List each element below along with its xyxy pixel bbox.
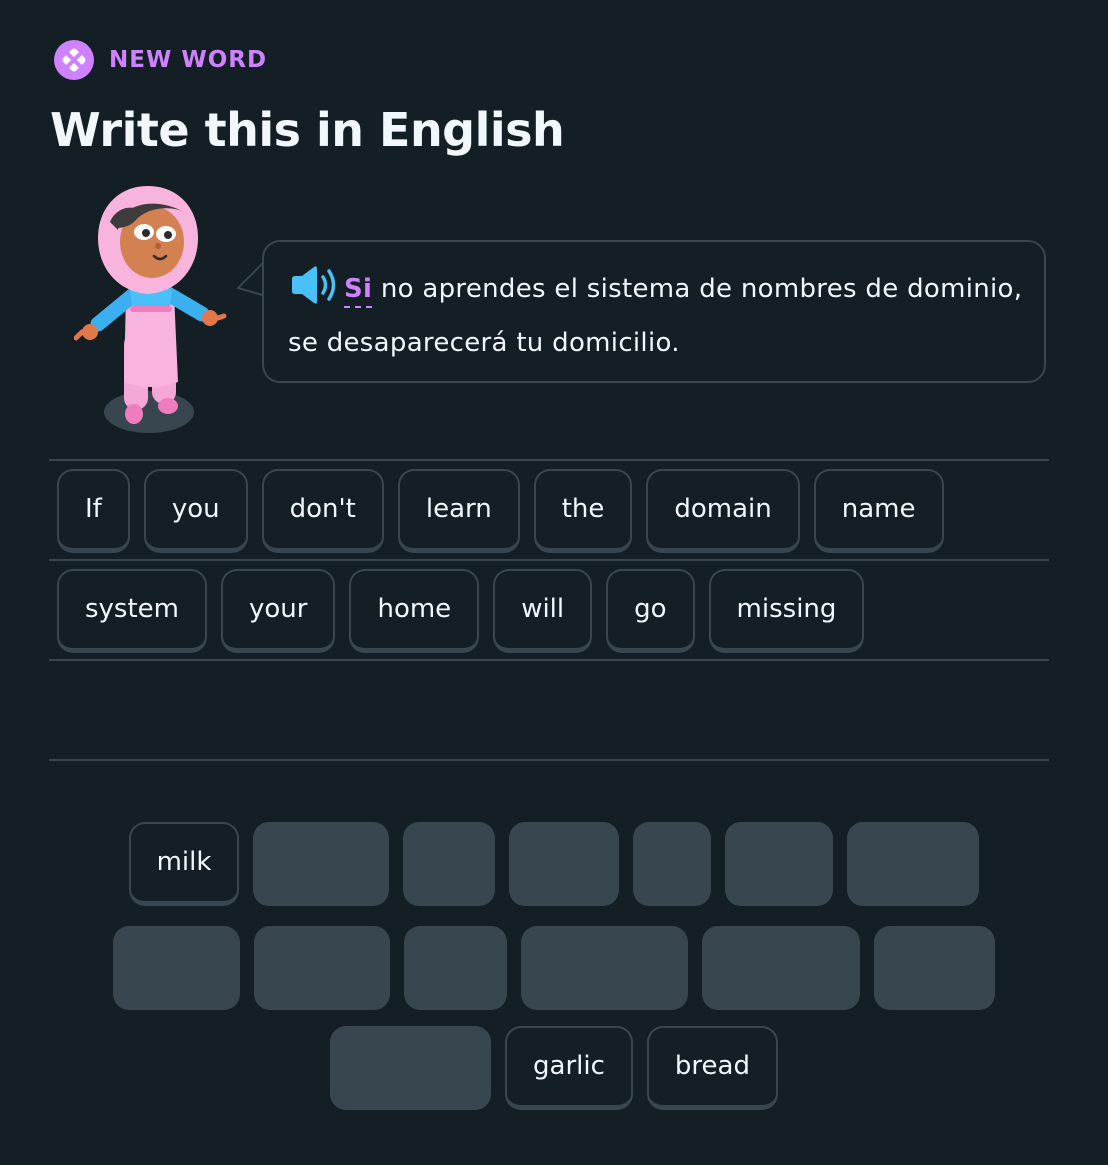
used-word-slot xyxy=(113,926,240,1010)
speaker-icon[interactable] xyxy=(288,265,338,305)
answer-word-tile[interactable]: domain xyxy=(646,469,800,553)
answer-word-tile[interactable]: home xyxy=(349,569,480,653)
badge-label: NEW WORD xyxy=(109,47,268,73)
character-illustration xyxy=(73,182,230,440)
used-word-slot xyxy=(702,926,860,1010)
word-bank-tile[interactable]: milk xyxy=(128,822,240,906)
word-bank-row: milk xyxy=(0,822,1108,906)
used-word-slot xyxy=(521,926,688,1010)
word-bank-tile[interactable]: garlic xyxy=(505,1026,633,1110)
used-word-slot xyxy=(725,822,834,906)
sentence-text: no aprendes el sistema de nombres de dom… xyxy=(288,274,1023,358)
speech-bubble: Si no aprendes el sistema de nombres de … xyxy=(262,240,1046,383)
word-bank-row: garlic bread xyxy=(0,1026,1108,1110)
puzzle-diamond-icon xyxy=(54,40,94,80)
answer-word-tile[interactable]: you xyxy=(143,469,248,553)
answer-word-tile[interactable]: will xyxy=(493,569,593,653)
answer-top-divider xyxy=(49,459,1049,461)
used-word-slot xyxy=(633,822,712,906)
answer-line-divider xyxy=(49,659,1049,661)
used-word-slot xyxy=(330,1026,492,1110)
answer-word-tile[interactable]: name xyxy=(813,469,944,553)
used-word-slot xyxy=(404,926,507,1010)
answer-word-tile[interactable]: the xyxy=(533,469,633,553)
used-word-slot xyxy=(253,822,390,906)
answer-word-tile[interactable]: system xyxy=(57,569,207,653)
used-word-slot xyxy=(874,926,995,1010)
answer-line-divider xyxy=(49,559,1049,561)
used-word-slot xyxy=(847,822,980,906)
used-word-slot xyxy=(403,822,496,906)
answer-line: If you don't learn the domain name xyxy=(57,469,944,553)
answer-bottom-divider xyxy=(49,759,1049,761)
used-word-slot xyxy=(509,822,620,906)
answer-word-tile[interactable]: missing xyxy=(708,569,865,653)
word-bank-tile[interactable]: bread xyxy=(646,1026,778,1110)
answer-word-tile[interactable]: your xyxy=(221,569,336,653)
word-bank-row xyxy=(0,926,1108,1010)
prompt-sentence: Si no aprendes el sistema de nombres de … xyxy=(288,262,1028,370)
used-word-slot xyxy=(254,926,390,1010)
answer-word-tile[interactable]: If xyxy=(57,469,130,553)
answer-line: system your home will go missing xyxy=(57,569,865,653)
answer-word-tile[interactable]: don't xyxy=(261,469,384,553)
answer-word-tile[interactable]: learn xyxy=(397,469,520,553)
new-word-badge: NEW WORD xyxy=(54,40,267,80)
page-title: Write this in English xyxy=(50,103,565,157)
hint-word[interactable]: Si xyxy=(344,274,373,308)
answer-word-tile[interactable]: go xyxy=(606,569,695,653)
